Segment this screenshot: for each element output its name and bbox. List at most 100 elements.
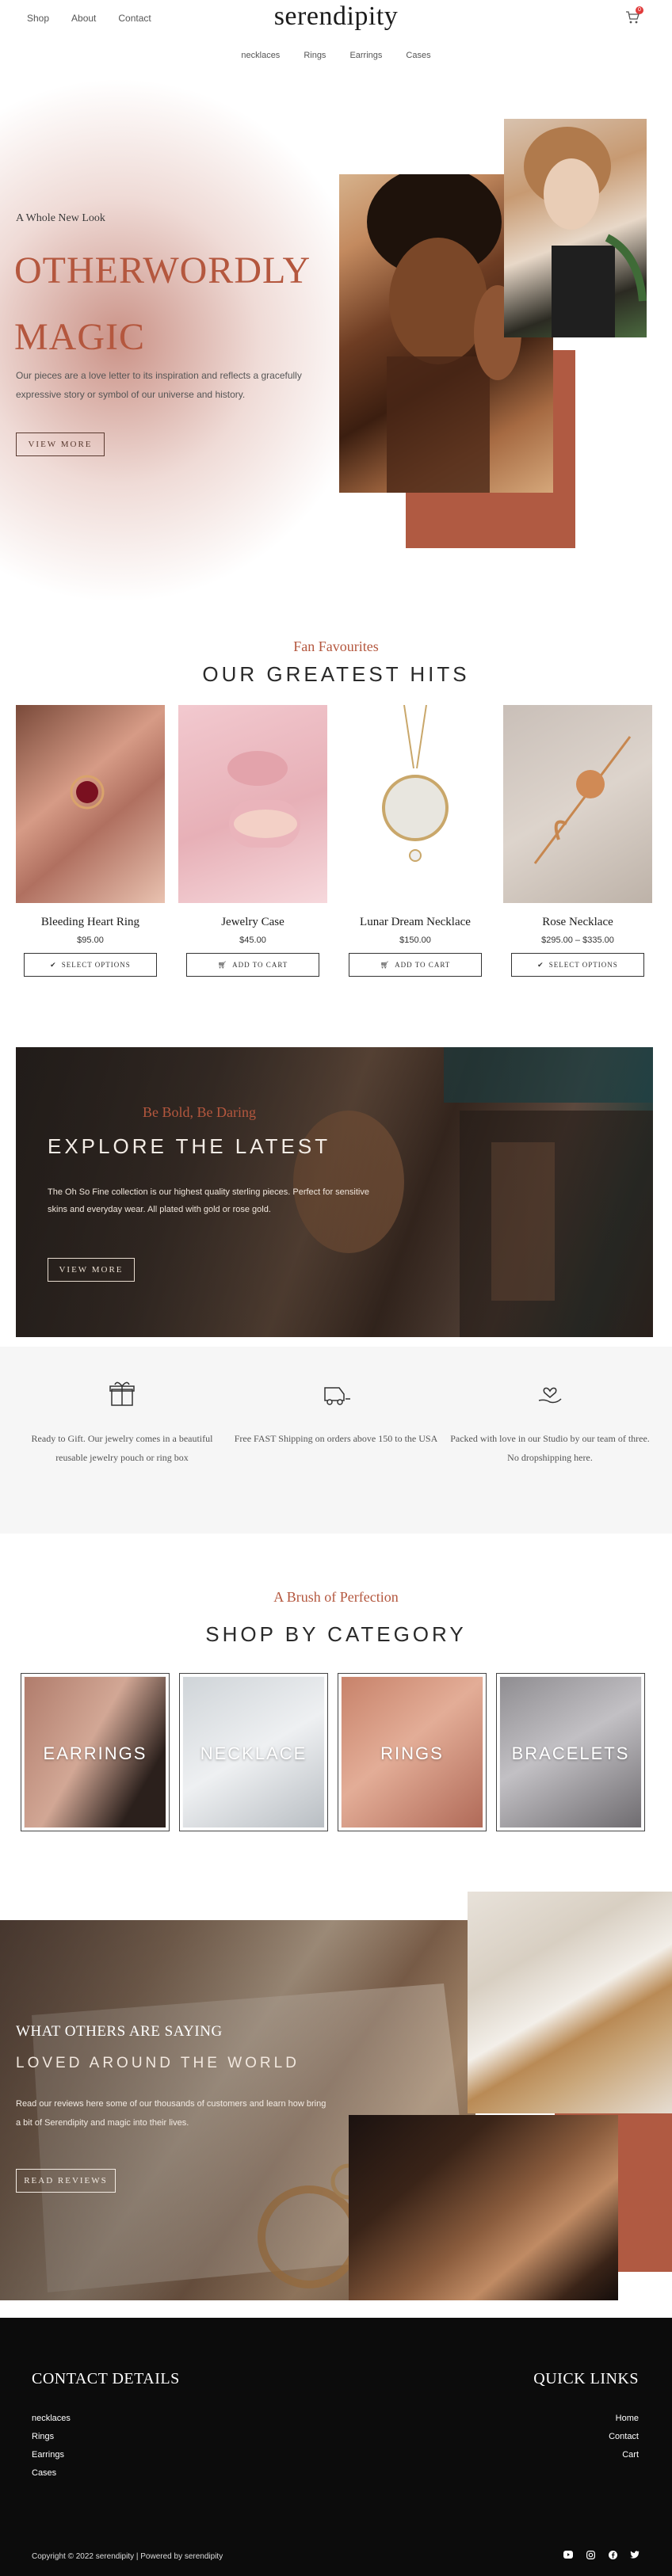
footer-link-cases[interactable]: Cases: [32, 2464, 71, 2483]
favourites-title: OUR GREATEST HITS: [202, 662, 470, 686]
quick-links: Home Contact Cart: [609, 2410, 639, 2464]
product-card[interactable]: Jewelry Case $45.00 🛒︎ ADD TO CART: [178, 705, 327, 977]
cart-icon[interactable]: 0: [624, 6, 643, 25]
category-tile-necklace[interactable]: NECKLACE: [179, 1673, 328, 1831]
categories-kicker: A Brush of Perfection: [273, 1589, 399, 1605]
hero-kicker: A Whole New Look: [16, 212, 105, 224]
explore-view-more-button[interactable]: VIEW MORE: [48, 1258, 135, 1282]
product-image[interactable]: [341, 704, 490, 903]
facebook-icon[interactable]: [607, 2549, 618, 2560]
hero-title-line2: MAGIC: [14, 316, 146, 358]
categories-title: SHOP BY CATEGORY: [205, 1622, 467, 1646]
instagram-icon[interactable]: [585, 2549, 596, 2560]
site-logo[interactable]: serendipity: [0, 2, 672, 32]
cart-icon: 🛒︎: [380, 960, 391, 969]
testimonials-title: LOVED AROUND THE WORLD: [16, 2055, 300, 2071]
product-card[interactable]: Rose Necklace $295.00 – $335.00 ✔ SELECT …: [503, 705, 652, 977]
feature-text: Free FAST Shipping on orders above 150 t…: [234, 1433, 438, 1444]
read-reviews-button[interactable]: READ REVIEWS: [16, 2169, 116, 2193]
category-tile-rings[interactable]: RINGS: [338, 1673, 487, 1831]
hero-section: A Whole New Look OTHERWORDLY MAGIC Our p…: [0, 79, 672, 602]
feature-text: Ready to Gift. Our jewelry comes in a be…: [31, 1433, 213, 1463]
footer-link-rings[interactable]: Rings: [32, 2428, 71, 2446]
footer-link-earrings[interactable]: Earrings: [32, 2446, 71, 2464]
check-icon: ✔: [537, 960, 544, 969]
youtube-glyph: [563, 2551, 573, 2559]
explore-kicker: Be Bold, Be Daring: [143, 1104, 256, 1120]
product-name[interactable]: Bleeding Heart Ring: [16, 916, 165, 929]
explore-description: The Oh So Fine collection is our highest…: [48, 1187, 369, 1214]
social-links: [563, 2549, 640, 2560]
product-image[interactable]: [16, 705, 165, 903]
footer-link-home[interactable]: Home: [609, 2410, 639, 2428]
product-name[interactable]: Rose Necklace: [503, 916, 652, 929]
delivery-truck-icon: [320, 1378, 352, 1410]
features-section: Ready to Gift. Our jewelry comes in a be…: [0, 1347, 672, 1534]
product-price: $150.00: [399, 936, 431, 945]
twitter-glyph: [630, 2551, 640, 2559]
select-options-button[interactable]: ✔ SELECT OPTIONS: [511, 953, 644, 977]
footer-link-contact[interactable]: Contact: [609, 2428, 639, 2446]
feature-shipping: Free FAST Shipping on orders above 150 t…: [233, 1378, 439, 1448]
hero-description: Our pieces are a love letter to its insp…: [16, 370, 302, 400]
category-image: EARRINGS: [24, 1676, 166, 1828]
favourites-kicker: Fan Favourites: [293, 638, 379, 654]
explore-title: EXPLORE THE LATEST: [48, 1134, 331, 1158]
quick-links-heading: QUICK LINKS: [533, 2370, 639, 2387]
subnav-link-necklaces[interactable]: necklaces: [241, 51, 280, 60]
product-illustration: [227, 751, 300, 848]
category-nav: necklaces Rings Earrings Cases: [0, 51, 672, 60]
instagram-glyph: [586, 2550, 595, 2559]
heart-hand-icon: [534, 1378, 566, 1410]
category-image: RINGS: [341, 1676, 483, 1828]
heart-hand-glyph: [538, 1387, 562, 1404]
select-options-button[interactable]: ✔ SELECT OPTIONS: [24, 953, 157, 977]
subnav-link-rings[interactable]: Rings: [304, 51, 326, 60]
hero-title-line1: OTHERWORDLY: [14, 250, 311, 292]
testimonials-description: Read our reviews here some of our thousa…: [16, 2099, 326, 2128]
add-to-cart-button[interactable]: 🛒︎ ADD TO CART: [349, 953, 482, 977]
testimonials-model-photo: [468, 1892, 672, 2113]
site-header: Shop About Contact serendipity 0: [0, 0, 672, 79]
feature-gift: Ready to Gift. Our jewelry comes in a be…: [19, 1378, 225, 1467]
testimonials-section: WHAT OTHERS ARE SAYING LOVED AROUND THE …: [0, 1892, 672, 2300]
page: Shop About Contact serendipity 0 necklac…: [0, 0, 672, 2576]
product-image[interactable]: [178, 705, 327, 903]
category-tile-bracelets[interactable]: BRACELETS: [496, 1673, 645, 1831]
footer-link-cart[interactable]: Cart: [609, 2446, 639, 2464]
product-card[interactable]: Lunar Dream Necklace $150.00 🛒︎ ADD TO CA…: [341, 704, 490, 977]
hero-view-more-button[interactable]: VIEW MORE: [16, 433, 105, 456]
product-illustration: [70, 775, 105, 810]
product-illustration: [533, 736, 632, 864]
copyright-text: Copyright © 2022 serendipity | Powered b…: [32, 2552, 223, 2561]
cta-label: ADD TO CART: [232, 961, 288, 969]
subnav-link-earrings[interactable]: Earrings: [349, 51, 382, 60]
delivery-truck-glyph: [324, 1387, 350, 1405]
twitter-icon[interactable]: [629, 2549, 640, 2560]
cta-label: SELECT OPTIONS: [61, 961, 131, 969]
product-price: $45.00: [239, 936, 266, 945]
add-to-cart-button[interactable]: 🛒︎ ADD TO CART: [186, 953, 319, 977]
category-label: BRACELETS: [511, 1743, 630, 1763]
hero-secondary-photo: [504, 119, 647, 337]
product-name[interactable]: Jewelry Case: [178, 916, 327, 929]
product-image[interactable]: [503, 705, 652, 903]
product-illustration: [382, 704, 449, 862]
contact-links: necklaces Rings Earrings Cases: [32, 2410, 71, 2483]
product-name[interactable]: Lunar Dream Necklace: [341, 916, 490, 929]
cart-icon: 🛒︎: [217, 960, 228, 969]
category-label: NECKLACE: [200, 1743, 307, 1763]
footer-link-necklaces[interactable]: necklaces: [32, 2410, 71, 2428]
gift-box-glyph: [109, 1381, 135, 1406]
youtube-icon[interactable]: [563, 2549, 574, 2560]
site-footer: CONTACT DETAILS QUICK LINKS necklaces Ri…: [0, 2318, 672, 2576]
category-label: EARRINGS: [43, 1743, 147, 1763]
product-card[interactable]: Bleeding Heart Ring $95.00 ✔ SELECT OPTIO…: [16, 705, 165, 977]
category-tile-earrings[interactable]: EARRINGS: [21, 1673, 170, 1831]
category-label: RINGS: [380, 1743, 444, 1763]
explore-banner: Be Bold, Be Daring EXPLORE THE LATEST Th…: [16, 1047, 653, 1337]
cta-label: SELECT OPTIONS: [548, 961, 618, 969]
subnav-link-cases[interactable]: Cases: [406, 51, 430, 60]
testimonials-hand-photo: [349, 2115, 618, 2300]
product-price: $295.00 – $335.00: [541, 936, 614, 945]
